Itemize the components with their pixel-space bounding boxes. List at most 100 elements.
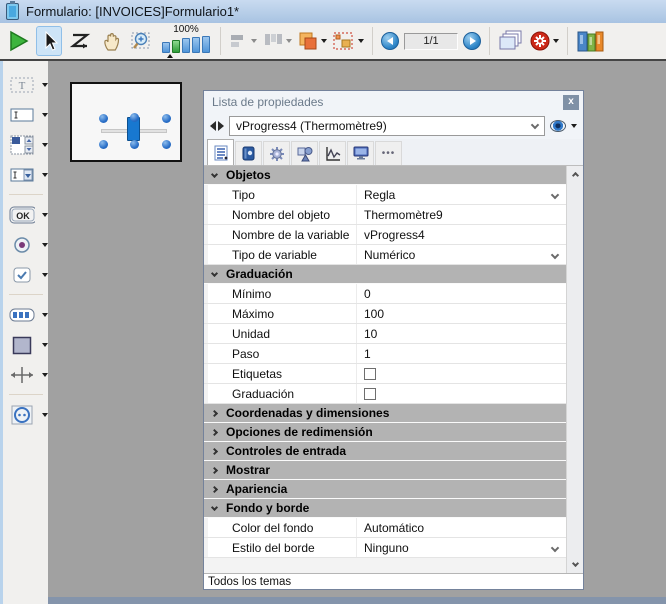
property-label: Paso <box>204 347 356 361</box>
section-label: Fondo y borde <box>226 501 309 515</box>
checkbox[interactable] <box>364 388 376 400</box>
group-box-tool[interactable] <box>3 334 48 356</box>
edit-field-tool[interactable] <box>3 104 48 126</box>
selection-handle-top-left[interactable] <box>99 114 108 123</box>
section-header[interactable]: Opciones de redimensión <box>204 423 567 442</box>
section-header[interactable]: Apariencia <box>204 480 567 499</box>
property-row: Máximo100 <box>204 304 567 324</box>
window-bottom-edge <box>48 597 666 604</box>
plugin-area-icon <box>11 405 33 425</box>
pan-button[interactable] <box>98 26 124 56</box>
section-header[interactable]: Mostrar <box>204 461 567 480</box>
selection-handle-top-right[interactable] <box>162 114 171 123</box>
checkbox-dropdown-arrow[interactable] <box>42 273 48 277</box>
property-value[interactable]: 1 <box>356 344 567 363</box>
property-value[interactable] <box>356 364 567 383</box>
select-tool-button[interactable] <box>36 26 62 56</box>
section-header[interactable]: Coordenadas y dimensiones <box>204 404 567 423</box>
tab-order-button[interactable] <box>67 26 93 56</box>
plugin-area-tool[interactable] <box>3 404 48 426</box>
property-value[interactable]: vProgress4 <box>356 225 567 244</box>
tab-general[interactable] <box>207 139 234 165</box>
checkbox-tool[interactable] <box>3 264 48 286</box>
previous-object-button[interactable] <box>210 121 224 131</box>
scroll-up-button[interactable] <box>567 166 583 182</box>
static-label-tool[interactable]: T <box>3 74 48 96</box>
zoom-bars[interactable] <box>162 36 210 53</box>
selection-handle-top-middle[interactable] <box>130 113 139 122</box>
zoom-bar-current[interactable] <box>172 40 180 53</box>
property-value[interactable]: Numérico <box>356 245 567 264</box>
form-canvas[interactable] <box>70 82 182 162</box>
zoom-select-button[interactable] <box>129 26 155 56</box>
property-value[interactable]: 100 <box>356 304 567 323</box>
property-value[interactable]: Regla <box>356 185 567 204</box>
chevron-right-icon <box>211 466 218 473</box>
edit-field-dropdown-arrow[interactable] <box>42 113 48 117</box>
tab-display[interactable] <box>347 141 374 165</box>
zoom-bar-3[interactable] <box>182 38 190 53</box>
selection-handle-bottom-right[interactable] <box>162 140 171 149</box>
zoom-widget[interactable]: 100% <box>162 25 210 57</box>
tab-more[interactable]: ••• <box>375 141 402 165</box>
radio-button-tool[interactable] <box>3 234 48 256</box>
section-header[interactable]: Controles de entrada <box>204 442 567 461</box>
property-value[interactable]: 0 <box>356 284 567 303</box>
previous-page-button[interactable] <box>381 32 399 50</box>
errors-dropdown-arrow[interactable] <box>553 39 559 43</box>
selection-zone-dropdown-arrow[interactable] <box>358 39 364 43</box>
section-header[interactable]: Graduación <box>204 265 567 284</box>
checkbox[interactable] <box>364 368 376 380</box>
tab-chart[interactable] <box>319 141 346 165</box>
close-icon[interactable]: x <box>563 95 579 110</box>
splitter-tool[interactable] <box>3 364 48 386</box>
errors-button[interactable] <box>529 26 559 56</box>
zoom-bar-1[interactable] <box>162 42 170 53</box>
scroll-down-button[interactable] <box>567 557 583 573</box>
window-list-button[interactable] <box>498 26 524 56</box>
section-header[interactable]: Fondo y borde <box>204 499 567 518</box>
radio-button-dropdown-arrow[interactable] <box>42 243 48 247</box>
combo-box-tool[interactable] <box>3 164 48 186</box>
combo-box-icon <box>10 168 34 182</box>
list-box-dropdown-arrow[interactable] <box>42 143 48 147</box>
property-value[interactable] <box>356 384 567 403</box>
tab-style[interactable] <box>291 141 318 165</box>
selection-zone-icon <box>332 31 356 51</box>
zoom-bar-5[interactable] <box>202 36 210 53</box>
property-value[interactable]: 10 <box>356 324 567 343</box>
selection-handle-bottom-middle[interactable] <box>130 140 139 149</box>
static-label-dropdown-arrow[interactable] <box>42 83 48 87</box>
zoom-bar-4[interactable] <box>192 37 200 53</box>
property-value[interactable]: Automático <box>356 518 567 537</box>
plugin-area-dropdown-arrow[interactable] <box>42 413 48 417</box>
vertical-scrollbar[interactable] <box>566 166 583 573</box>
property-value[interactable]: Ninguno <box>356 538 567 557</box>
control-toolbox: T OK <box>0 61 48 604</box>
order-dropdown-arrow[interactable] <box>321 39 327 43</box>
object-selector-combo[interactable]: vProgress4 (Thermomètre9) <box>229 116 545 136</box>
order-front-button[interactable] <box>297 26 327 56</box>
next-page-button[interactable] <box>463 32 481 50</box>
property-value[interactable]: Thermomètre9 <box>356 205 567 224</box>
ellipsis-icon: ••• <box>382 148 396 159</box>
tab-settings[interactable] <box>263 141 290 165</box>
property-list-icon <box>213 145 229 161</box>
panel-header[interactable]: Lista de propiedades x <box>204 91 583 113</box>
visibility-filter-button[interactable] <box>550 120 577 132</box>
help-button[interactable] <box>576 26 606 56</box>
run-button[interactable] <box>5 26 31 56</box>
progress-bar-tool[interactable] <box>3 304 48 326</box>
chevron-down-icon <box>211 269 218 276</box>
tab-details[interactable] <box>235 141 262 165</box>
push-button-dropdown-arrow[interactable] <box>42 213 48 217</box>
list-box-tool[interactable] <box>3 134 48 156</box>
push-button-tool[interactable]: OK <box>3 204 48 226</box>
splitter-dropdown-arrow[interactable] <box>42 373 48 377</box>
section-header[interactable]: Objetos <box>204 166 567 185</box>
selection-zone-button[interactable] <box>332 26 364 56</box>
selection-handle-bottom-left[interactable] <box>99 140 108 149</box>
combo-box-dropdown-arrow[interactable] <box>42 173 48 177</box>
group-box-dropdown-arrow[interactable] <box>42 343 48 347</box>
progress-bar-dropdown-arrow[interactable] <box>42 313 48 317</box>
